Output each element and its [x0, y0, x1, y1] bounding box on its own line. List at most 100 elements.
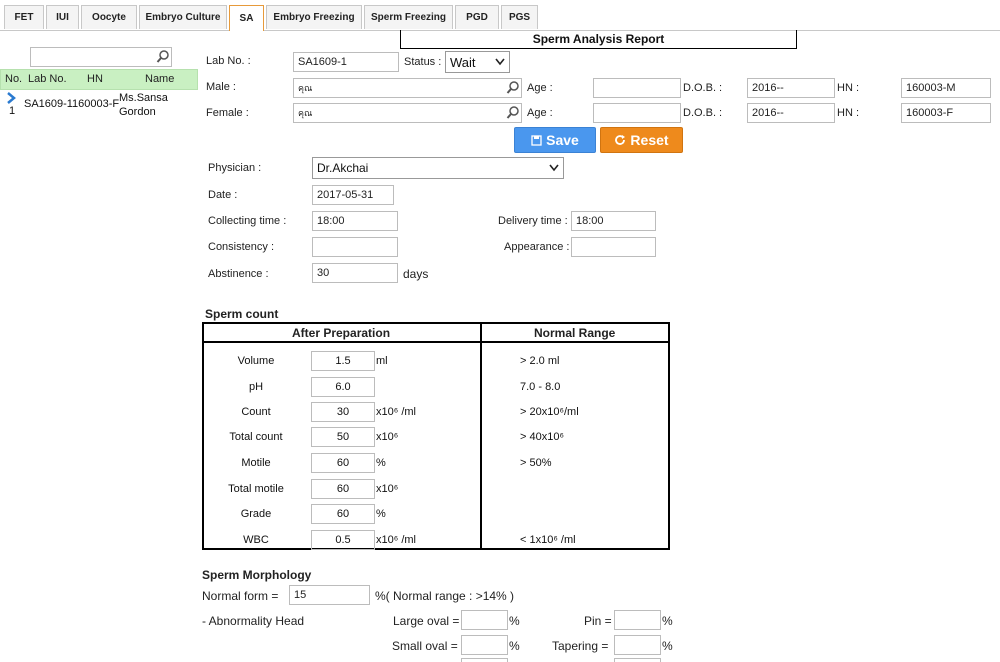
reset-label: Reset	[630, 132, 669, 148]
count-row-unit: x10⁶ /ml	[376, 406, 416, 418]
count-row-value[interactable]: 60	[311, 453, 375, 473]
search-icon[interactable]	[156, 49, 171, 64]
tab-pgs[interactable]: PGS	[501, 5, 538, 29]
delivery-time-field[interactable]: 18:00	[571, 211, 656, 231]
count-row-unit: ml	[376, 355, 388, 367]
grid-col-hn: HN	[87, 73, 103, 85]
count-row-value[interactable]: 1.5	[311, 351, 375, 371]
count-row-value[interactable]: 60	[311, 479, 375, 499]
physician-select[interactable]: Dr.Akchai	[312, 157, 564, 179]
count-row-unit: x10⁶	[376, 483, 399, 495]
status-value: Wait	[450, 54, 476, 70]
female-dob-field[interactable]: 2016--	[747, 103, 835, 123]
male-dob-field[interactable]: 2016--	[747, 78, 835, 98]
pin-field[interactable]	[614, 610, 661, 630]
pin-pct: %	[662, 614, 673, 628]
tab-oocyte[interactable]: Oocyte	[81, 5, 137, 29]
save-label: Save	[546, 132, 579, 148]
refresh-icon	[615, 135, 626, 145]
count-row-range: > 50%	[520, 457, 552, 469]
tapering-label: Tapering =	[552, 639, 609, 653]
male-field[interactable]: คุณ	[293, 78, 522, 98]
delivery-time-label: Delivery time :	[498, 215, 568, 227]
date-field[interactable]: 2017-05-31	[312, 185, 394, 205]
sperm-count-title: Sperm count	[205, 307, 279, 321]
count-row-unit: x10⁶	[376, 431, 399, 443]
count-row-range: > 40x10⁶	[520, 431, 564, 443]
grid-header: No. Lab No. HN Name	[0, 69, 198, 90]
count-row-label: Count	[241, 406, 271, 418]
male-dob-label: D.O.B. :	[683, 82, 723, 94]
status-label: Status :	[404, 56, 442, 68]
male-search-icon[interactable]	[506, 80, 521, 95]
table-row[interactable]: 1 SA1609-1 160003-F Ms.Sansa Gordon	[0, 90, 198, 120]
count-row-value[interactable]: 60	[311, 504, 375, 524]
count-row-range: < 1x10⁶ /ml	[520, 534, 576, 546]
tab-fet[interactable]: FET	[4, 5, 44, 29]
tab-iui[interactable]: IUI	[46, 5, 79, 29]
male-hn-label: HN :	[837, 82, 859, 94]
female-hn-field[interactable]: 160003-F	[901, 103, 991, 123]
male-hn-field[interactable]: 160003-M	[901, 78, 991, 98]
status-select[interactable]: Wait	[445, 51, 510, 73]
tapering-field[interactable]	[614, 635, 661, 655]
physician-label: Physician :	[208, 162, 262, 174]
count-row-range: 7.0 - 8.0	[520, 381, 561, 393]
count-row-value[interactable]: 50	[311, 427, 375, 447]
chevron-down-icon	[495, 58, 505, 66]
lab-no-field[interactable]: SA1609-1	[293, 52, 399, 72]
count-row-value[interactable]: 30	[311, 402, 375, 422]
consistency-label: Consistency :	[208, 241, 275, 253]
collecting-time-label: Collecting time :	[208, 215, 287, 227]
tab-sa[interactable]: SA	[229, 5, 264, 31]
count-row-range: > 20x10⁶/ml	[520, 406, 579, 418]
female-field[interactable]: คุณ	[293, 103, 522, 123]
abstinence-label: Abstinence :	[208, 268, 269, 280]
small-oval-pct: %	[509, 639, 520, 653]
row-lab-no: SA1609-1	[24, 98, 73, 110]
physician-value: Dr.Akchai	[317, 161, 369, 175]
table-header-divider	[202, 341, 670, 343]
next-row-field[interactable]	[461, 658, 508, 662]
tapering-pct: %	[662, 639, 673, 653]
search-input[interactable]	[30, 47, 172, 67]
large-oval-field[interactable]	[461, 610, 508, 630]
appearance-label: Appearance :	[504, 241, 570, 253]
days-label: days	[403, 267, 429, 281]
report-title: Sperm Analysis Report	[400, 30, 797, 49]
collecting-time-field[interactable]: 18:00	[312, 211, 398, 231]
male-age-label: Age :	[527, 82, 553, 94]
next-row-field-2[interactable]	[614, 658, 661, 662]
count-row-label: WBC	[243, 534, 269, 546]
abstinence-field[interactable]: 30	[312, 263, 398, 283]
small-oval-field[interactable]	[461, 635, 508, 655]
col-after-prep: After Preparation	[292, 326, 391, 340]
normal-range-text: %( Normal range : >14% )	[375, 589, 515, 603]
tab-pgd[interactable]: PGD	[455, 5, 499, 29]
count-row-value[interactable]: 6.0	[311, 377, 375, 397]
row-name-line2: Gordon	[119, 106, 156, 118]
morphology-title: Sperm Morphology	[202, 568, 312, 582]
normal-form-field[interactable]: 15	[289, 585, 370, 605]
female-search-icon[interactable]	[506, 105, 521, 120]
female-label: Female :	[206, 107, 249, 119]
large-oval-pct: %	[509, 614, 520, 628]
chevron-down-icon	[549, 164, 559, 172]
table-column-divider	[480, 322, 482, 550]
female-age-field[interactable]	[593, 103, 681, 123]
appearance-field[interactable]	[571, 237, 656, 257]
tab-embryo-culture[interactable]: Embryo Culture	[139, 5, 227, 29]
count-row-label: Total motile	[228, 483, 284, 495]
count-row-label: pH	[248, 381, 264, 393]
tab-embryo-freezing[interactable]: Embryo Freezing	[266, 5, 362, 29]
tab-sperm-freezing[interactable]: Sperm Freezing	[364, 5, 453, 29]
male-age-field[interactable]	[593, 78, 681, 98]
count-row-value[interactable]: 0.5	[311, 530, 375, 550]
reset-button[interactable]: Reset	[600, 127, 683, 153]
col-normal-range: Normal Range	[534, 326, 616, 340]
save-button[interactable]: Save	[514, 127, 596, 153]
count-row-unit: x10⁶ /ml	[376, 534, 416, 546]
count-row-unit: %	[376, 508, 386, 520]
consistency-field[interactable]	[312, 237, 398, 257]
tab-bar: FET IUI Oocyte Embryo Culture SA Embryo …	[0, 0, 1000, 31]
